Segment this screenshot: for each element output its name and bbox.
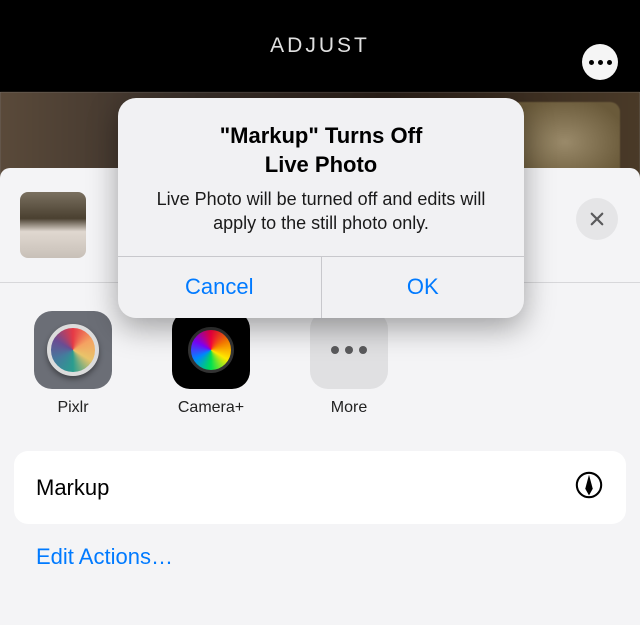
alert-body: "Markup" Turns Off Live Photo Live Photo…: [118, 98, 524, 256]
alert-title: "Markup" Turns Off Live Photo: [144, 122, 498, 179]
alert-backdrop: "Markup" Turns Off Live Photo Live Photo…: [0, 0, 640, 625]
alert-title-line: Live Photo: [265, 152, 377, 177]
alert-title-line: "Markup" Turns Off: [220, 123, 423, 148]
cancel-button[interactable]: Cancel: [118, 257, 321, 318]
alert-actions: Cancel OK: [118, 256, 524, 318]
alert-message: Live Photo will be turned off and edits …: [144, 187, 498, 236]
ok-button[interactable]: OK: [321, 257, 525, 318]
alert-dialog: "Markup" Turns Off Live Photo Live Photo…: [118, 98, 524, 318]
